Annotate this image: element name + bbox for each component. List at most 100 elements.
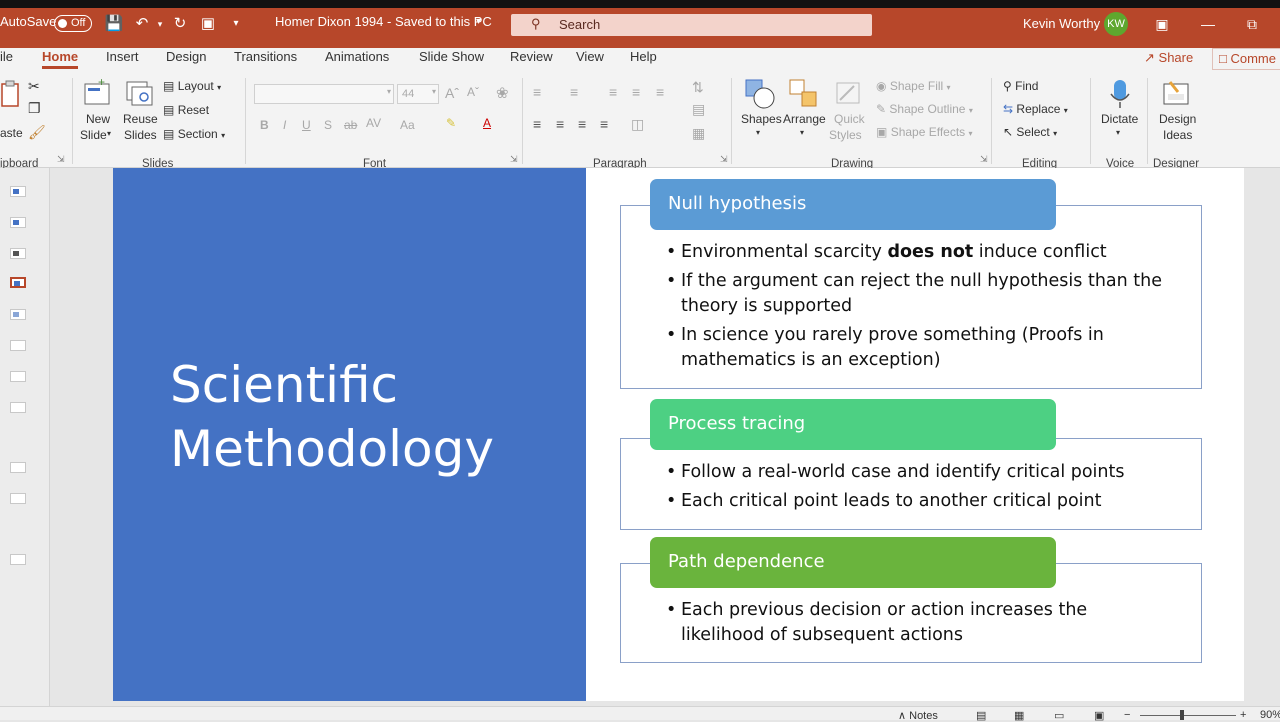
section-button[interactable]: ▤ Section ▾	[163, 127, 225, 141]
format-painter-icon[interactable]: 🖌	[28, 124, 46, 141]
shapes-icon[interactable]	[744, 78, 776, 110]
design-ideas-label-1[interactable]: Design	[1159, 112, 1196, 126]
undo-icon[interactable]: ↶	[132, 14, 152, 34]
new-slide-dropdown-icon[interactable]: ▾	[107, 129, 111, 138]
zoom-slider[interactable]	[1140, 715, 1236, 716]
font-color-icon[interactable]: A	[483, 116, 491, 130]
line-spacing-icon[interactable]: ≡	[656, 84, 664, 100]
tab-animations[interactable]: Animations	[325, 49, 389, 64]
notes-button[interactable]: ∧ Notes	[898, 709, 938, 722]
smartart-icon[interactable]: ▦	[692, 125, 705, 142]
tab-home[interactable]: Home	[42, 49, 79, 69]
tab-slide-show[interactable]: Slide Show	[419, 49, 484, 64]
present-icon[interactable]: ▣	[198, 14, 218, 34]
select-button[interactable]: ↖ Select ▾	[1003, 125, 1057, 139]
design-ideas-label-2[interactable]: Ideas	[1163, 128, 1192, 142]
tab-design[interactable]: Design	[166, 49, 206, 64]
highlight-icon[interactable]: ✎	[446, 116, 456, 130]
reuse-slides-icon[interactable]	[124, 78, 154, 108]
slide-thumbnail[interactable]	[10, 462, 26, 473]
slide-thumbnail[interactable]	[10, 309, 26, 320]
arrange-label[interactable]: Arrange	[783, 112, 826, 126]
minimize-icon[interactable]: —	[1196, 12, 1220, 36]
arrange-icon[interactable]	[788, 78, 820, 110]
ribbon-display-icon[interactable]: ▣	[1150, 12, 1174, 36]
bullet-list[interactable]: Follow a real-world case and identify cr…	[666, 460, 1166, 518]
slide-thumbnail[interactable]	[10, 217, 26, 228]
quick-styles-label-1[interactable]: Quick	[834, 112, 865, 126]
reuse-slides-label-2[interactable]: Slides	[124, 128, 157, 142]
undo-dropdown-icon[interactable]: ▾	[150, 14, 170, 34]
slide-thumbnail[interactable]	[10, 402, 26, 413]
replace-button[interactable]: ⇆ Replace ▾	[1003, 102, 1068, 116]
decrease-font-icon[interactable]: Aˇ	[467, 85, 479, 99]
new-slide-label-1[interactable]: New	[86, 112, 110, 126]
search-box[interactable]: ⚲ Search	[511, 14, 872, 36]
tab-help[interactable]: Help	[630, 49, 657, 64]
clear-formatting-icon[interactable]: ❀	[496, 84, 509, 102]
slide-thumbnail[interactable]	[10, 371, 26, 382]
reuse-slides-label-1[interactable]: Reuse	[123, 112, 158, 126]
slide-title[interactable]: Scientific Methodology	[170, 353, 494, 481]
search-input[interactable]: Search	[559, 17, 600, 32]
new-slide-label-2[interactable]: Slide	[80, 128, 107, 142]
document-title[interactable]: Homer Dixon 1994 - Saved to this PC	[275, 14, 492, 29]
bullet-list[interactable]: Environmental scarcity does not induce c…	[666, 240, 1166, 377]
layout-button[interactable]: ▤ Layout ▾	[163, 79, 221, 93]
section-heading[interactable]: Path dependence	[650, 537, 1056, 588]
slide-thumbnail[interactable]	[10, 248, 26, 259]
reset-button[interactable]: ▤ Reset	[163, 103, 209, 117]
numbering-icon[interactable]: ≡	[570, 84, 578, 100]
strikethrough-icon[interactable]: ab	[344, 118, 357, 132]
italic-icon[interactable]: I	[283, 118, 286, 132]
justify-icon[interactable]: ≡	[600, 116, 608, 132]
slideshow-view-icon[interactable]: ▣	[1094, 709, 1104, 722]
shape-fill-button[interactable]: ◉ Shape Fill ▾	[876, 79, 951, 93]
find-button[interactable]: ⚲ Find	[1003, 79, 1038, 93]
quick-styles-icon[interactable]	[834, 80, 864, 108]
font-launcher-icon[interactable]: ⇲	[510, 154, 518, 165]
paste-label[interactable]: aste	[0, 126, 23, 140]
font-name-input[interactable]: ▾	[254, 84, 394, 104]
copy-icon[interactable]: ❐	[28, 100, 41, 117]
quick-styles-label-2[interactable]: Styles	[829, 128, 862, 142]
user-name[interactable]: Kevin Worthy	[1023, 16, 1100, 31]
shape-effects-button[interactable]: ▣ Shape Effects ▾	[876, 125, 973, 139]
slide-canvas[interactable]: Scientific Methodology Null hypothesis E…	[113, 168, 1244, 701]
slide-thumbnail-selected[interactable]	[10, 277, 26, 288]
section-heading[interactable]: Process tracing	[650, 399, 1056, 450]
restore-icon[interactable]: ⧉	[1240, 12, 1264, 36]
shapes-dropdown-icon[interactable]: ▾	[756, 128, 760, 137]
font-size-input[interactable]: 44 ▾	[397, 84, 439, 104]
dictate-label[interactable]: Dictate	[1101, 112, 1138, 126]
tab-transitions[interactable]: Transitions	[234, 49, 297, 64]
paste-icon[interactable]	[0, 80, 22, 110]
zoom-out-icon[interactable]: −	[1124, 709, 1130, 721]
bullet-list[interactable]: Each previous decision or action increas…	[666, 598, 1136, 652]
slide-sorter-icon[interactable]: ▦	[1014, 709, 1024, 722]
tab-file[interactable]: ile	[0, 49, 13, 64]
tab-review[interactable]: Review	[510, 49, 553, 64]
decrease-indent-icon[interactable]: ≡	[609, 84, 617, 100]
increase-indent-icon[interactable]: ≡	[632, 84, 640, 100]
align-left-icon[interactable]: ≡	[533, 116, 541, 132]
slide-thumbnail[interactable]	[10, 493, 26, 504]
underline-icon[interactable]: U	[302, 118, 311, 132]
paragraph-launcher-icon[interactable]: ⇲	[720, 154, 728, 165]
shadow-icon[interactable]: S	[324, 118, 332, 132]
title-dropdown-icon[interactable]: ▾	[476, 16, 481, 27]
slide-thumbnail[interactable]	[10, 340, 26, 351]
tab-insert[interactable]: Insert	[106, 49, 139, 64]
increase-font-icon[interactable]: Aˆ	[445, 85, 459, 101]
shape-outline-button[interactable]: ✎ Shape Outline ▾	[876, 102, 973, 116]
zoom-in-icon[interactable]: +	[1240, 709, 1246, 721]
tab-view[interactable]: View	[576, 49, 604, 64]
microphone-icon[interactable]	[1108, 78, 1132, 110]
redo-icon[interactable]: ↻	[170, 14, 190, 34]
drawing-launcher-icon[interactable]: ⇲	[980, 154, 988, 165]
zoom-level[interactable]: 90%	[1260, 709, 1280, 721]
cut-icon[interactable]: ✂	[28, 78, 40, 95]
text-direction-icon[interactable]: ⇅	[692, 79, 704, 96]
design-ideas-icon[interactable]	[1160, 78, 1192, 110]
character-spacing-icon[interactable]: AV	[366, 116, 381, 130]
